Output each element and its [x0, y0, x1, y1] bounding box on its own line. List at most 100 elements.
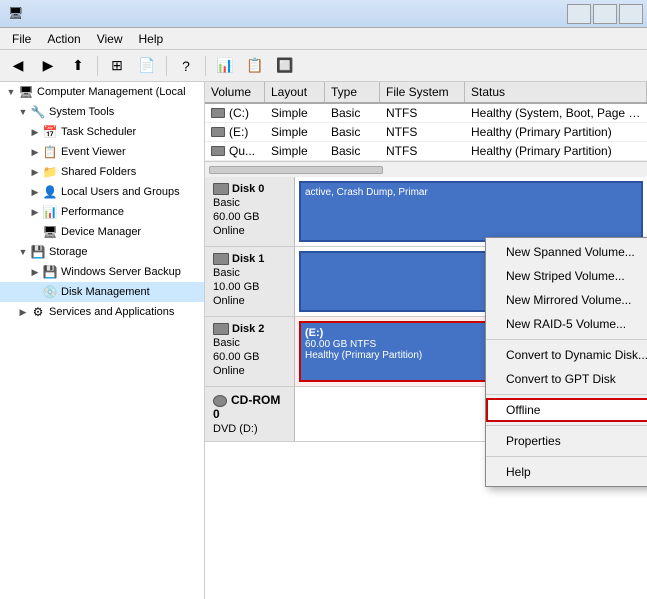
- tree-item-device-manager[interactable]: 🖥Device Manager: [0, 222, 204, 242]
- expand-icon[interactable]: ▶: [28, 265, 42, 279]
- cm-item-properties[interactable]: Properties: [486, 429, 647, 453]
- menu-bar: File Action View Help: [0, 28, 647, 50]
- col-type[interactable]: Type: [325, 82, 380, 102]
- disk-partition-area-disk0: active, Crash Dump, Primar: [295, 177, 647, 246]
- col-layout[interactable]: Layout: [265, 82, 325, 102]
- menu-view[interactable]: View: [89, 30, 131, 48]
- cell-layout: Simple: [265, 104, 325, 122]
- table-row[interactable]: Qu... Simple Basic NTFS Healthy (Primary…: [205, 142, 647, 161]
- tree-item-performance[interactable]: ▶📊Performance: [0, 202, 204, 222]
- toolbar-sep2: [166, 56, 167, 76]
- expand-icon[interactable]: ▼: [16, 105, 30, 119]
- cm-separator: [486, 425, 647, 426]
- action-button[interactable]: ⊞: [103, 53, 131, 79]
- tree-label: Storage: [49, 246, 88, 258]
- expand-icon[interactable]: ▶: [28, 145, 42, 159]
- tree-item-task-scheduler[interactable]: ▶📅Task Scheduler: [0, 122, 204, 142]
- node-icon: 💾: [42, 264, 58, 280]
- toolbar-sep1: [97, 56, 98, 76]
- disk-status: Online: [213, 295, 286, 307]
- expand-icon[interactable]: ▶: [16, 305, 30, 319]
- partition-block[interactable]: active, Crash Dump, Primar: [299, 181, 643, 242]
- extra-button2[interactable]: 📋: [241, 53, 269, 79]
- tree-item-root[interactable]: ▼🖥Computer Management (Local: [0, 82, 204, 102]
- disk-drive-icon: [213, 183, 229, 195]
- disk-type: Basic: [213, 197, 286, 209]
- table-row[interactable]: (C:) Simple Basic NTFS Healthy (System, …: [205, 104, 647, 123]
- drive-icon: [211, 146, 225, 156]
- disk-size: 60.00 GB: [213, 351, 286, 363]
- help-button[interactable]: ?: [172, 53, 200, 79]
- app-icon: 🖥: [8, 6, 24, 22]
- col-volume[interactable]: Volume: [205, 82, 265, 102]
- cell-volume: (E:): [205, 123, 265, 141]
- context-menu: New Spanned Volume...New Striped Volume.…: [485, 237, 647, 487]
- menu-file[interactable]: File: [4, 30, 39, 48]
- cm-item-new-spanned-volume[interactable]: New Spanned Volume...: [486, 240, 647, 264]
- cell-filesystem: NTFS: [380, 123, 465, 141]
- cell-filesystem: NTFS: [380, 142, 465, 160]
- expand-icon[interactable]: ▶: [28, 125, 42, 139]
- cell-type: Basic: [325, 142, 380, 160]
- properties-button[interactable]: 📄: [133, 53, 161, 79]
- expand-icon[interactable]: ▼: [16, 245, 30, 259]
- cm-separator: [486, 339, 647, 340]
- tree-item-disk-mgmt[interactable]: 💿Disk Management: [0, 282, 204, 302]
- tree-label: Computer Management (Local: [37, 86, 186, 98]
- col-status[interactable]: Status: [465, 82, 647, 102]
- horizontal-scrollbar[interactable]: [205, 161, 647, 177]
- cm-item-new-striped-volume[interactable]: New Striped Volume...: [486, 264, 647, 288]
- menu-help[interactable]: Help: [131, 30, 172, 48]
- cell-status: Healthy (System, Boot, Page File, Active…: [465, 104, 647, 122]
- back-button[interactable]: ◀: [4, 53, 32, 79]
- extra-button1[interactable]: 📊: [211, 53, 239, 79]
- extra-button3[interactable]: 🔲: [271, 53, 299, 79]
- maximize-button[interactable]: [593, 4, 617, 24]
- tree-label: Services and Applications: [49, 306, 174, 318]
- expand-icon[interactable]: ▶: [28, 165, 42, 179]
- expand-icon[interactable]: ▶: [28, 205, 42, 219]
- cm-item-new-mirrored-volume[interactable]: New Mirrored Volume...: [486, 288, 647, 312]
- expand-icon[interactable]: ▼: [4, 85, 18, 99]
- node-icon: 📊: [42, 204, 58, 220]
- window-controls: [567, 4, 643, 24]
- cell-filesystem: NTFS: [380, 104, 465, 122]
- expand-icon[interactable]: [28, 225, 42, 239]
- tree-label: Performance: [61, 206, 124, 218]
- cdrom-icon: [213, 395, 227, 407]
- tree-label: Task Scheduler: [61, 126, 136, 138]
- tree-item-system-tools[interactable]: ▼🔧System Tools: [0, 102, 204, 122]
- cell-type: Basic: [325, 104, 380, 122]
- cm-item-offline[interactable]: Offline: [486, 398, 647, 422]
- expand-icon[interactable]: [28, 285, 42, 299]
- tree-item-services[interactable]: ▶⚙Services and Applications: [0, 302, 204, 322]
- minimize-button[interactable]: [567, 4, 591, 24]
- up-button[interactable]: ⬆: [64, 53, 92, 79]
- tree-item-shared-folders[interactable]: ▶📁Shared Folders: [0, 162, 204, 182]
- node-icon: 💾: [30, 244, 46, 260]
- cm-item-convert-to-gpt-disk[interactable]: Convert to GPT Disk: [486, 367, 647, 391]
- cm-item-new-raid-5-volume[interactable]: New RAID-5 Volume...: [486, 312, 647, 336]
- tree-item-storage[interactable]: ▼💾Storage: [0, 242, 204, 262]
- disk-status: Online: [213, 225, 286, 237]
- partition-detail: active, Crash Dump, Primar: [305, 187, 637, 198]
- cm-item-convert-to-dynamic-disk[interactable]: Convert to Dynamic Disk...: [486, 343, 647, 367]
- node-icon: 👤: [42, 184, 58, 200]
- close-button[interactable]: [619, 4, 643, 24]
- col-filesystem[interactable]: File System: [380, 82, 465, 102]
- menu-action[interactable]: Action: [39, 30, 88, 48]
- forward-button[interactable]: ▶: [34, 53, 62, 79]
- expand-icon[interactable]: ▶: [28, 185, 42, 199]
- cm-separator: [486, 456, 647, 457]
- node-icon: 📁: [42, 164, 58, 180]
- tree-item-wsb[interactable]: ▶💾Windows Server Backup: [0, 262, 204, 282]
- table-row[interactable]: (E:) Simple Basic NTFS Healthy (Primary …: [205, 123, 647, 142]
- tree-label: Shared Folders: [61, 166, 136, 178]
- cm-separator: [486, 394, 647, 395]
- disk-info-disk2: Disk 2 Basic 60.00 GB Online: [205, 317, 295, 386]
- tree-item-event-viewer[interactable]: ▶📋Event Viewer: [0, 142, 204, 162]
- cm-item-help[interactable]: Help: [486, 460, 647, 484]
- table-header: Volume Layout Type File System Status: [205, 82, 647, 104]
- tree-item-local-users[interactable]: ▶👤Local Users and Groups: [0, 182, 204, 202]
- scrollbar-thumb[interactable]: [209, 166, 383, 174]
